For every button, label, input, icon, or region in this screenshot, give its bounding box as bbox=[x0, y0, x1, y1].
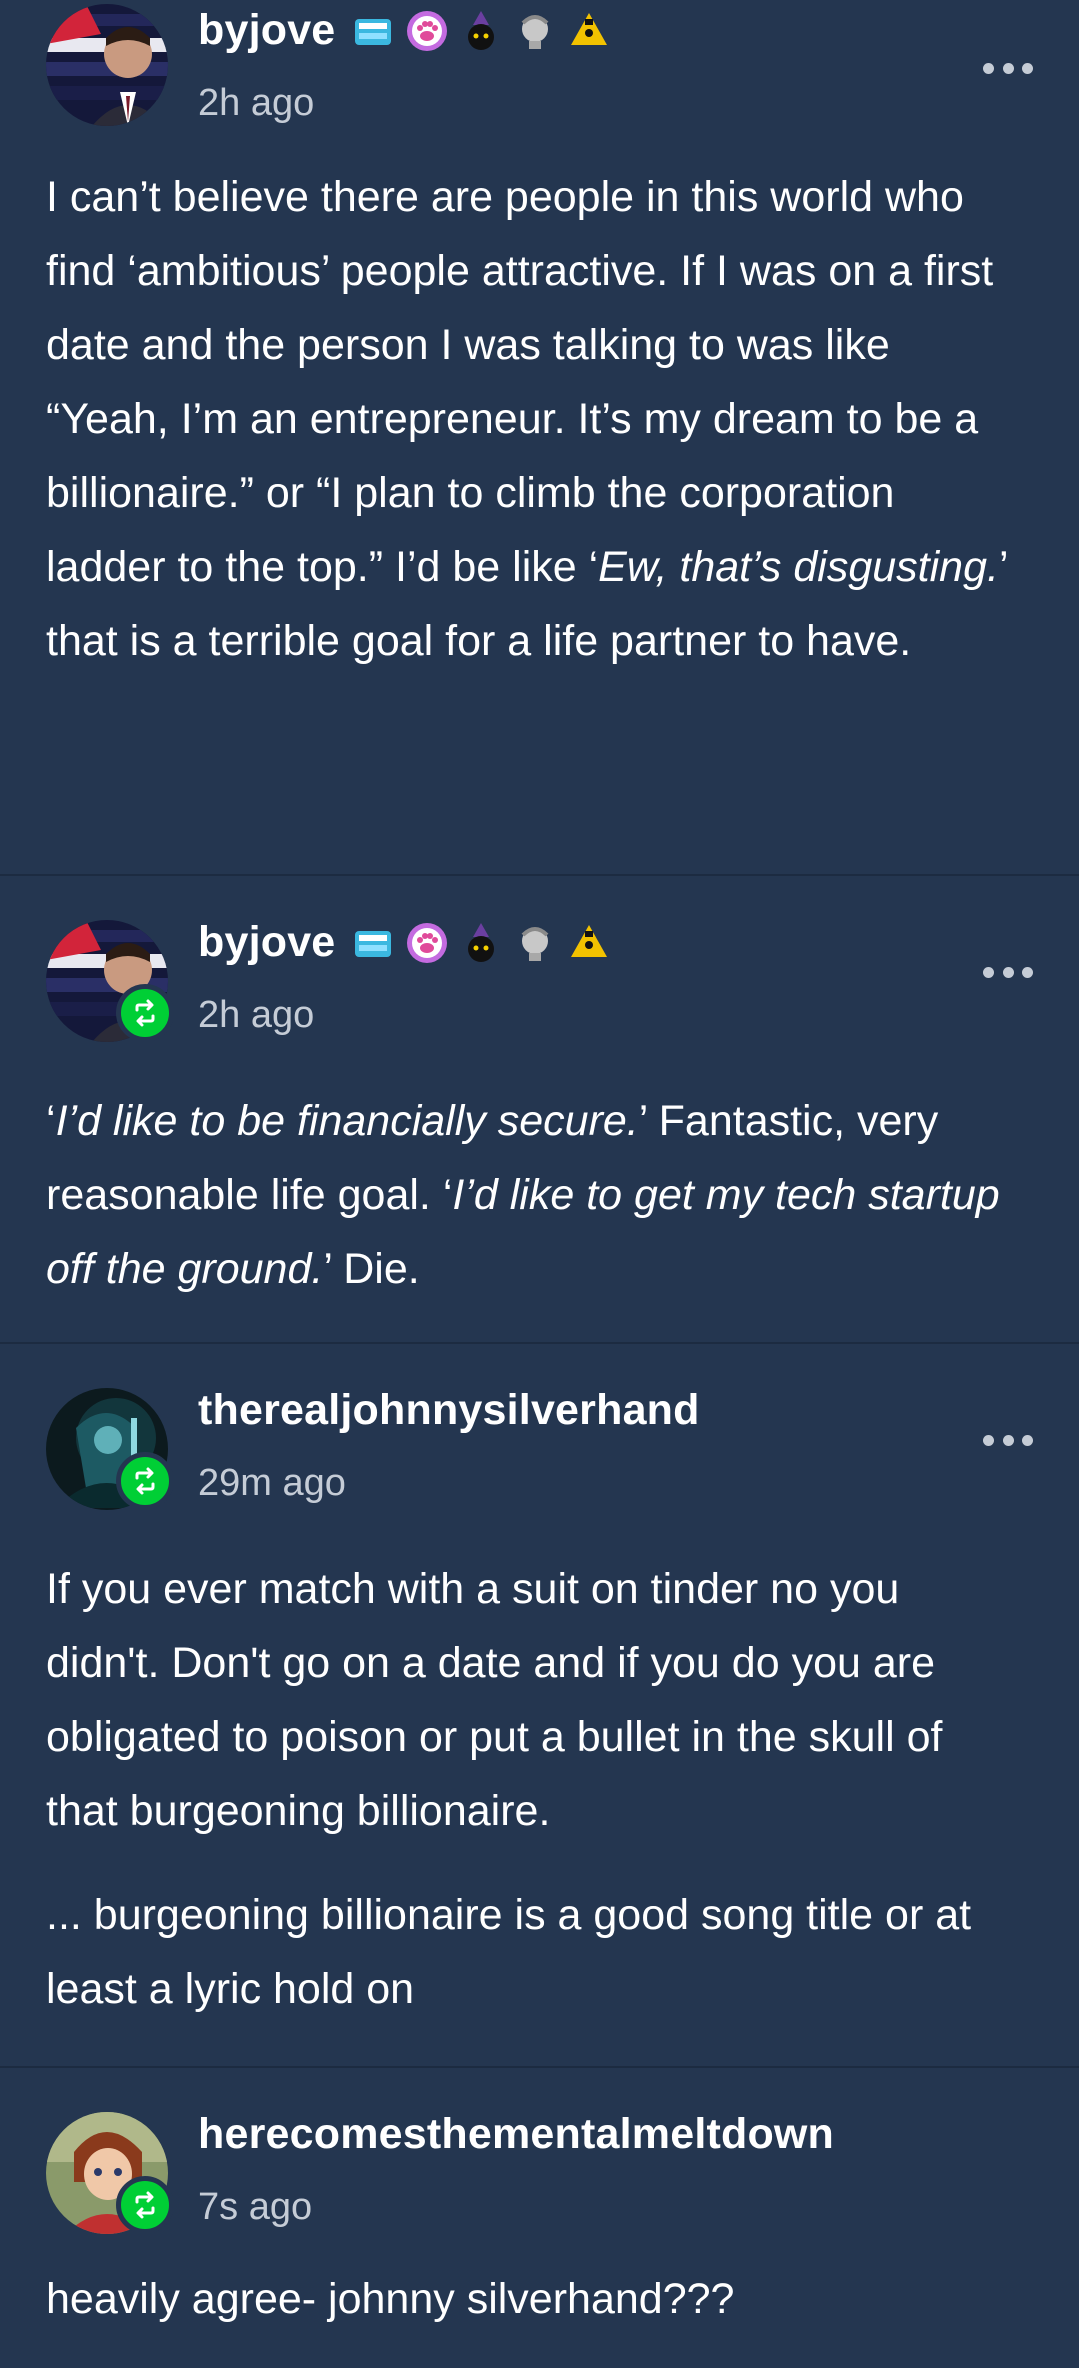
reblog-thread: byjove 2h ago I can’t believe there are … bbox=[0, 0, 1079, 2368]
post-body: heavily agree- johnny silverhand??? bbox=[46, 2262, 1033, 2336]
post: byjove bbox=[0, 876, 1079, 1344]
witch-cat-badge-icon[interactable] bbox=[459, 921, 503, 965]
more-options-icon[interactable] bbox=[983, 1432, 1033, 1448]
reblog-badge bbox=[116, 984, 174, 1042]
post-header: byjove 2h ago bbox=[46, 912, 1033, 1052]
text-run: heavily agree- johnny silverhand??? bbox=[46, 2275, 735, 2323]
witch-cat-badge-icon[interactable] bbox=[459, 9, 503, 53]
username[interactable]: therealjohnnysilverhand bbox=[198, 1386, 700, 1435]
post-header: therealjohnnysilverhand 29m ago bbox=[46, 1380, 1033, 1520]
text-run: ’ Die. bbox=[323, 1245, 420, 1293]
avatar-wrap[interactable] bbox=[46, 920, 174, 1042]
avatar-wrap[interactable] bbox=[46, 4, 168, 126]
triangle-badge-icon[interactable] bbox=[567, 921, 611, 965]
post-header: herecomesthementalmeltdown 7s ago bbox=[46, 2104, 1033, 2244]
reblog-icon bbox=[135, 2191, 155, 2219]
badges bbox=[351, 921, 611, 965]
text-run: ‘ bbox=[46, 1097, 56, 1145]
name-line: herecomesthementalmeltdown bbox=[198, 2110, 834, 2159]
text-run: ... burgeoning billionaire is a good son… bbox=[46, 1891, 972, 2013]
username[interactable]: byjove bbox=[198, 918, 335, 967]
avatar-image bbox=[46, 4, 168, 126]
post: therealjohnnysilverhand 29m ago If you e… bbox=[0, 1344, 1079, 2068]
reblog-badge bbox=[116, 1452, 174, 1510]
post-body: I can’t believe there are people in this… bbox=[46, 160, 1033, 678]
post-header: byjove 2h ago bbox=[46, 0, 1033, 140]
name-line: therealjohnnysilverhand bbox=[198, 1386, 700, 1435]
text-run: I can’t believe there are people in this… bbox=[46, 173, 994, 591]
ice-cream-badge-icon[interactable] bbox=[351, 9, 395, 53]
post-body: ‘I’d like to be financially secure.’ Fan… bbox=[46, 1084, 1033, 1306]
ice-cream-badge-icon[interactable] bbox=[351, 921, 395, 965]
post-paragraph: I can’t believe there are people in this… bbox=[46, 160, 1023, 678]
text-run: If you ever match with a suit on tinder … bbox=[46, 1565, 943, 1835]
name-line: byjove bbox=[198, 918, 611, 967]
avatar[interactable] bbox=[46, 4, 168, 126]
username[interactable]: herecomesthementalmeltdown bbox=[198, 2110, 834, 2159]
reblog-icon bbox=[135, 1467, 155, 1495]
reblog-icon bbox=[135, 999, 155, 1027]
username[interactable]: byjove bbox=[198, 6, 335, 55]
post-time: 7s ago bbox=[198, 2186, 313, 2228]
more-options-icon[interactable] bbox=[983, 964, 1033, 980]
avatar-wrap[interactable] bbox=[46, 1388, 174, 1510]
post-time: 2h ago bbox=[198, 82, 315, 124]
statue-badge-icon[interactable] bbox=[513, 921, 557, 965]
post: herecomesthementalmeltdown 7s ago heavil… bbox=[0, 2068, 1079, 2368]
italic-text: Ew, that’s disgusting. bbox=[598, 543, 999, 591]
statue-badge-icon[interactable] bbox=[513, 9, 557, 53]
badges bbox=[351, 9, 611, 53]
post-paragraph: heavily agree- johnny silverhand??? bbox=[46, 2262, 1023, 2336]
post-paragraph: ... burgeoning billionaire is a good son… bbox=[46, 1878, 1023, 2026]
triangle-badge-icon[interactable] bbox=[567, 9, 611, 53]
paw-badge-icon[interactable] bbox=[405, 9, 449, 53]
post-paragraph: ‘I’d like to be financially secure.’ Fan… bbox=[46, 1084, 1023, 1306]
reblog-badge bbox=[116, 2176, 174, 2234]
paw-badge-icon[interactable] bbox=[405, 921, 449, 965]
name-line: byjove bbox=[198, 6, 611, 55]
italic-text: I’d like to be financially secure. bbox=[55, 1097, 639, 1145]
post: byjove bbox=[0, 0, 1079, 876]
post-paragraph: If you ever match with a suit on tinder … bbox=[46, 1552, 1023, 1848]
post-time: 29m ago bbox=[198, 1462, 346, 1504]
avatar-wrap[interactable] bbox=[46, 2112, 174, 2234]
more-options-icon[interactable] bbox=[983, 60, 1033, 76]
post-time: 2h ago bbox=[198, 994, 315, 1036]
post-body: If you ever match with a suit on tinder … bbox=[46, 1552, 1033, 2026]
